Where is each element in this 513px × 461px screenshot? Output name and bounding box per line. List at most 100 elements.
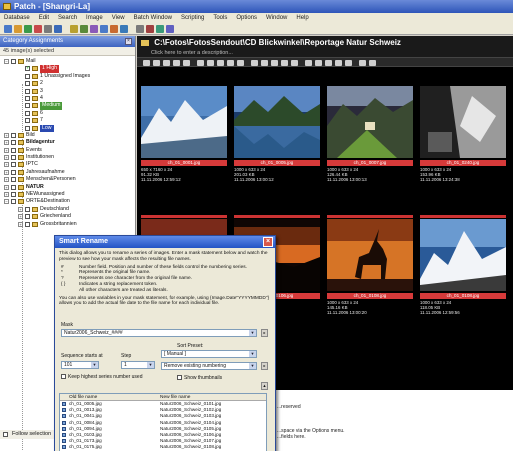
toolbar-button[interactable] xyxy=(14,25,22,33)
tree-item[interactable]: 6 xyxy=(0,110,135,117)
browser-toolbar-button[interactable] xyxy=(173,60,180,66)
menu-item[interactable]: Help xyxy=(296,15,308,21)
col-old-name[interactable]: Old file name xyxy=(69,394,97,401)
collapse-icon[interactable]: − xyxy=(4,59,9,64)
checkbox[interactable] xyxy=(25,66,30,72)
tree-item[interactable]: + Bildagentur xyxy=(0,139,135,146)
mask-input[interactable]: Natur2006_Schweiz_#### ▼ xyxy=(61,329,257,337)
thumbnail-image[interactable] xyxy=(141,86,227,158)
toolbar-button[interactable] xyxy=(90,25,98,33)
expand-icon[interactable]: + xyxy=(18,206,23,212)
tree-item[interactable]: + Institutionen xyxy=(0,154,135,161)
thumbnail-image[interactable] xyxy=(327,219,413,291)
tree-item[interactable]: + Jahresaufnahme xyxy=(0,169,135,176)
tree-item[interactable]: 1 High xyxy=(0,65,135,73)
col-new-name[interactable]: New file name xyxy=(160,394,190,401)
menu-item[interactable]: Scripting xyxy=(181,15,204,21)
show-thumbnails-checkbox[interactable]: Show thumbnails xyxy=(177,375,222,381)
keep-highest-checkbox[interactable]: Keep highest series number used xyxy=(61,374,143,380)
tree-item[interactable]: + IPTC xyxy=(0,161,135,168)
sort-preset-select[interactable]: [ Manual ] ▼ xyxy=(161,350,257,358)
expand-icon[interactable]: + xyxy=(18,214,23,220)
checkbox[interactable] xyxy=(11,199,16,205)
expand-icon[interactable]: + xyxy=(4,132,9,138)
toolbar-button[interactable] xyxy=(4,25,12,33)
menu-item[interactable]: View xyxy=(112,15,125,21)
toolbar-button[interactable] xyxy=(156,25,164,33)
toolbar-button[interactable] xyxy=(24,25,32,33)
browser-toolbar-button[interactable] xyxy=(271,60,278,66)
checkbox-box[interactable] xyxy=(3,432,8,437)
thumbnail-image[interactable] xyxy=(420,219,506,291)
browser-toolbar-button[interactable] xyxy=(251,60,258,66)
chevron-down-icon[interactable]: ▼ xyxy=(249,351,256,357)
tree-item[interactable]: + Griechenland xyxy=(0,213,135,220)
browser-toolbar-button[interactable] xyxy=(237,60,244,66)
browser-toolbar-button[interactable] xyxy=(153,60,160,66)
tree-item[interactable]: 3 xyxy=(0,88,135,95)
checkbox[interactable] xyxy=(11,155,16,161)
expand-icon[interactable]: + xyxy=(4,169,9,175)
checkbox[interactable] xyxy=(25,88,30,94)
browser-toolbar-button[interactable] xyxy=(369,60,376,66)
collapse-icon[interactable]: − xyxy=(4,199,9,205)
browser-toolbar-button[interactable] xyxy=(197,60,204,66)
toolbar-button[interactable] xyxy=(54,25,62,33)
checkbox[interactable] xyxy=(11,177,16,183)
browser-toolbar-button[interactable] xyxy=(227,60,234,66)
chevron-down-icon[interactable]: ▼ xyxy=(91,362,98,368)
tree-item[interactable]: − Mail xyxy=(0,58,135,65)
chevron-down-icon[interactable]: ▼ xyxy=(249,330,256,336)
checkbox[interactable] xyxy=(25,214,30,220)
checkbox[interactable] xyxy=(25,95,30,101)
expand-icon[interactable]: + xyxy=(4,155,9,161)
tree-item[interactable]: + Menschen&Personen xyxy=(0,176,135,183)
browser-toolbar-button[interactable] xyxy=(291,60,298,66)
checkbox[interactable] xyxy=(11,140,16,146)
tree-item[interactable]: Low xyxy=(0,124,135,132)
menu-item[interactable]: Image xyxy=(86,15,103,21)
browser-toolbar-button[interactable] xyxy=(261,60,268,66)
thumbnail-image[interactable] xyxy=(327,86,413,158)
browser-toolbar-button[interactable] xyxy=(345,60,352,66)
browser-toolbar-button[interactable] xyxy=(217,60,224,66)
tree-item[interactable]: + Bild xyxy=(0,132,135,139)
expand-icon[interactable]: + xyxy=(4,184,9,190)
tree-item[interactable]: + NATUR xyxy=(0,184,135,191)
tree-item[interactable]: 4 xyxy=(0,95,135,102)
tree-item[interactable]: 2 xyxy=(0,80,135,87)
mask-menu-button[interactable]: ▸ xyxy=(261,329,268,337)
toolbar-button[interactable] xyxy=(146,25,154,33)
checkbox[interactable] xyxy=(25,81,30,87)
step-input[interactable]: 1 ▼ xyxy=(121,361,155,369)
menu-item[interactable]: Batch Window xyxy=(134,15,172,21)
folder-description[interactable]: Click here to enter a description... xyxy=(137,49,513,57)
browser-toolbar-button[interactable] xyxy=(163,60,170,66)
tree-item[interactable]: + Events xyxy=(0,147,135,154)
checkbox[interactable] xyxy=(11,59,16,64)
browser-toolbar-button[interactable] xyxy=(183,60,190,66)
browser-toolbar-button[interactable] xyxy=(315,60,322,66)
expand-icon[interactable]: + xyxy=(4,177,9,183)
chevron-down-icon[interactable]: ▼ xyxy=(249,363,256,369)
up-arrow-button[interactable]: ▲ xyxy=(261,382,268,390)
thumbnail-image[interactable] xyxy=(234,86,320,158)
chevron-down-icon[interactable]: ▼ xyxy=(147,362,154,368)
checkbox[interactable] xyxy=(25,73,30,79)
browser-toolbar-button[interactable] xyxy=(281,60,288,66)
browser-toolbar-button[interactable] xyxy=(335,60,342,66)
checkbox[interactable] xyxy=(11,184,16,190)
toolbar-button[interactable] xyxy=(70,25,78,33)
menu-item[interactable]: Database xyxy=(4,15,30,21)
toolbar-button[interactable] xyxy=(120,25,128,33)
checkbox-box[interactable] xyxy=(61,374,66,379)
close-icon[interactable]: × xyxy=(263,237,273,247)
browser-toolbar-button[interactable] xyxy=(305,60,312,66)
browser-toolbar-button[interactable] xyxy=(325,60,332,66)
checkbox[interactable] xyxy=(11,162,16,168)
checkbox[interactable] xyxy=(25,206,30,212)
menu-item[interactable]: Tools xyxy=(213,15,227,21)
toolbar-button[interactable] xyxy=(100,25,108,33)
expand-icon[interactable]: + xyxy=(4,192,9,198)
toolbar-button[interactable] xyxy=(136,25,144,33)
